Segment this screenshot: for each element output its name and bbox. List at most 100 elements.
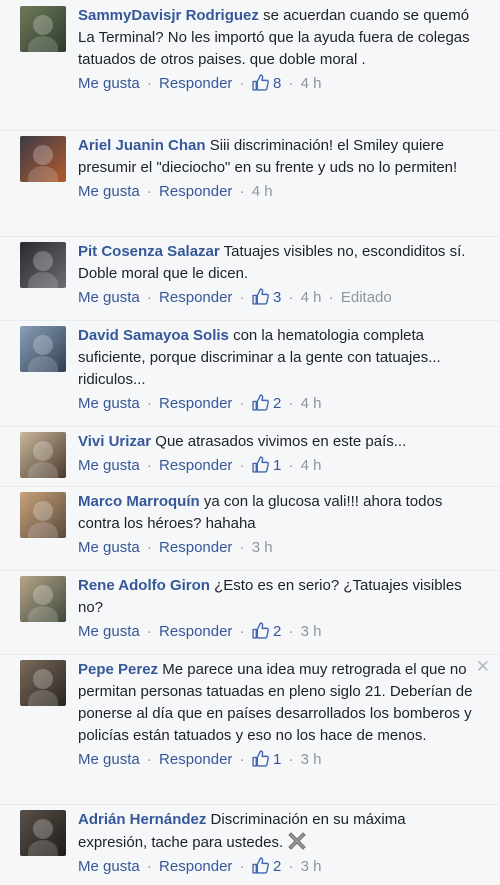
avatar[interactable] xyxy=(20,6,66,52)
avatar[interactable] xyxy=(20,326,66,372)
comment-author[interactable]: Vivi Urizar xyxy=(78,433,151,450)
separator: · xyxy=(146,858,152,875)
avatar[interactable] xyxy=(20,810,66,856)
like-count-value: 2 xyxy=(272,395,282,412)
comment: Pit Cosenza Salazar Tatuajes visibles no… xyxy=(0,236,500,321)
thumbs-up-icon xyxy=(252,74,269,91)
timestamp[interactable]: 4 h xyxy=(301,75,322,92)
like-count[interactable]: 1 xyxy=(252,456,286,474)
comment-body: Marco Marroquín ya con la glucosa vali!!… xyxy=(78,491,478,558)
comment-actions: Me gusta · Responder · 4 h xyxy=(78,182,478,202)
timestamp[interactable]: 4 h xyxy=(301,289,322,306)
timestamp[interactable]: 4 h xyxy=(301,457,322,474)
comment-actions: Me gusta · Responder · 8 · 4 h xyxy=(78,74,478,94)
comment-body: Adrián Hernández Discriminación en su má… xyxy=(78,809,478,877)
comment-author[interactable]: Adrián Hernández xyxy=(78,811,206,828)
comment-body: SammyDavisjr Rodriguez se acuerdan cuand… xyxy=(78,5,478,94)
comment: Adrián Hernández Discriminación en su má… xyxy=(0,804,500,885)
like-button[interactable]: Me gusta xyxy=(78,183,140,200)
separator: · xyxy=(239,457,245,474)
edited-label[interactable]: Editado xyxy=(341,289,392,306)
reply-button[interactable]: Responder xyxy=(159,75,232,92)
comment-author[interactable]: David Samayoa Solis xyxy=(78,327,229,344)
comment-author[interactable]: Pepe Perez xyxy=(78,661,158,678)
timestamp[interactable]: 4 h xyxy=(252,183,273,200)
reply-button[interactable]: Responder xyxy=(159,623,232,640)
avatar[interactable] xyxy=(20,492,66,538)
thumbs-up-icon xyxy=(252,622,269,639)
like-button[interactable]: Me gusta xyxy=(78,623,140,640)
reply-button[interactable]: Responder xyxy=(159,395,232,412)
reply-button[interactable]: Responder xyxy=(159,751,232,768)
like-count[interactable]: 2 xyxy=(252,857,286,875)
separator: · xyxy=(288,623,294,640)
reply-button[interactable]: Responder xyxy=(159,858,232,875)
separator: · xyxy=(146,457,152,474)
timestamp[interactable]: 4 h xyxy=(301,395,322,412)
separator: · xyxy=(239,858,245,875)
like-count-value: 3 xyxy=(272,289,282,306)
thumbs-up-icon xyxy=(252,456,269,473)
like-count[interactable]: 8 xyxy=(252,74,286,92)
separator: · xyxy=(146,395,152,412)
separator: · xyxy=(239,539,245,556)
timestamp[interactable]: 3 h xyxy=(252,539,273,556)
like-count[interactable]: 1 xyxy=(252,750,286,768)
thumbs-up-icon xyxy=(252,750,269,767)
timestamp[interactable]: 3 h xyxy=(301,623,322,640)
like-button[interactable]: Me gusta xyxy=(78,457,140,474)
avatar[interactable] xyxy=(20,660,66,706)
like-button[interactable]: Me gusta xyxy=(78,751,140,768)
separator: · xyxy=(288,395,294,412)
separator: · xyxy=(239,75,245,92)
like-count-value: 2 xyxy=(272,623,282,640)
like-count-value: 1 xyxy=(272,457,282,474)
comment-actions: Me gusta · Responder · 3 · 4 h · Editado xyxy=(78,288,478,308)
separator: · xyxy=(239,289,245,306)
separator: · xyxy=(239,623,245,640)
comment: Ariel Juanin Chan Siii discriminación! e… xyxy=(0,130,500,237)
timestamp[interactable]: 3 h xyxy=(301,751,322,768)
like-button[interactable]: Me gusta xyxy=(78,75,140,92)
separator: · xyxy=(146,289,152,306)
avatar[interactable] xyxy=(20,242,66,288)
avatar[interactable] xyxy=(20,432,66,478)
avatar[interactable] xyxy=(20,576,66,622)
like-count-value: 8 xyxy=(272,75,282,92)
separator: · xyxy=(288,858,294,875)
separator: · xyxy=(288,75,294,92)
separator: · xyxy=(146,183,152,200)
avatar[interactable] xyxy=(20,136,66,182)
reply-button[interactable]: Responder xyxy=(159,457,232,474)
like-count[interactable]: 2 xyxy=(252,622,286,640)
separator: · xyxy=(146,75,152,92)
like-count-value: 1 xyxy=(272,751,282,768)
comment: SammyDavisjr Rodriguez se acuerdan cuand… xyxy=(0,0,500,131)
comment-text: Que atrasados vivimos en este país... xyxy=(155,433,407,450)
comment-actions: Me gusta · Responder · 2 · 3 h xyxy=(78,622,478,642)
reply-button[interactable]: Responder xyxy=(159,183,232,200)
separator: · xyxy=(239,751,245,768)
reply-button[interactable]: Responder xyxy=(159,289,232,306)
comment-author[interactable]: Ariel Juanin Chan xyxy=(78,137,206,154)
like-button[interactable]: Me gusta xyxy=(78,539,140,556)
like-count[interactable]: 2 xyxy=(252,394,286,412)
comment-body: Pit Cosenza Salazar Tatuajes visibles no… xyxy=(78,241,478,308)
comment-body: Vivi Urizar Que atrasados vivimos en est… xyxy=(78,431,478,476)
separator: · xyxy=(328,289,334,306)
comment-author[interactable]: SammyDavisjr Rodriguez xyxy=(78,7,259,24)
comment-author[interactable]: Marco Marroquín xyxy=(78,493,200,510)
comment-author[interactable]: Pit Cosenza Salazar xyxy=(78,243,220,260)
comment: David Samayoa Solis con la hematologia c… xyxy=(0,320,500,427)
comment-actions: Me gusta · Responder · 1 · 4 h xyxy=(78,456,478,476)
like-count[interactable]: 3 xyxy=(252,288,286,306)
separator: · xyxy=(288,751,294,768)
timestamp[interactable]: 3 h xyxy=(301,858,322,875)
like-button[interactable]: Me gusta xyxy=(78,289,140,306)
like-button[interactable]: Me gusta xyxy=(78,395,140,412)
reply-button[interactable]: Responder xyxy=(159,539,232,556)
like-button[interactable]: Me gusta xyxy=(78,858,140,875)
comment-author[interactable]: Rene Adolfo Giron xyxy=(78,577,210,594)
comment-actions: Me gusta · Responder · 1 · 3 h xyxy=(78,750,478,770)
comment-body: Pepe Perez Me parece una idea muy retrog… xyxy=(78,659,478,770)
